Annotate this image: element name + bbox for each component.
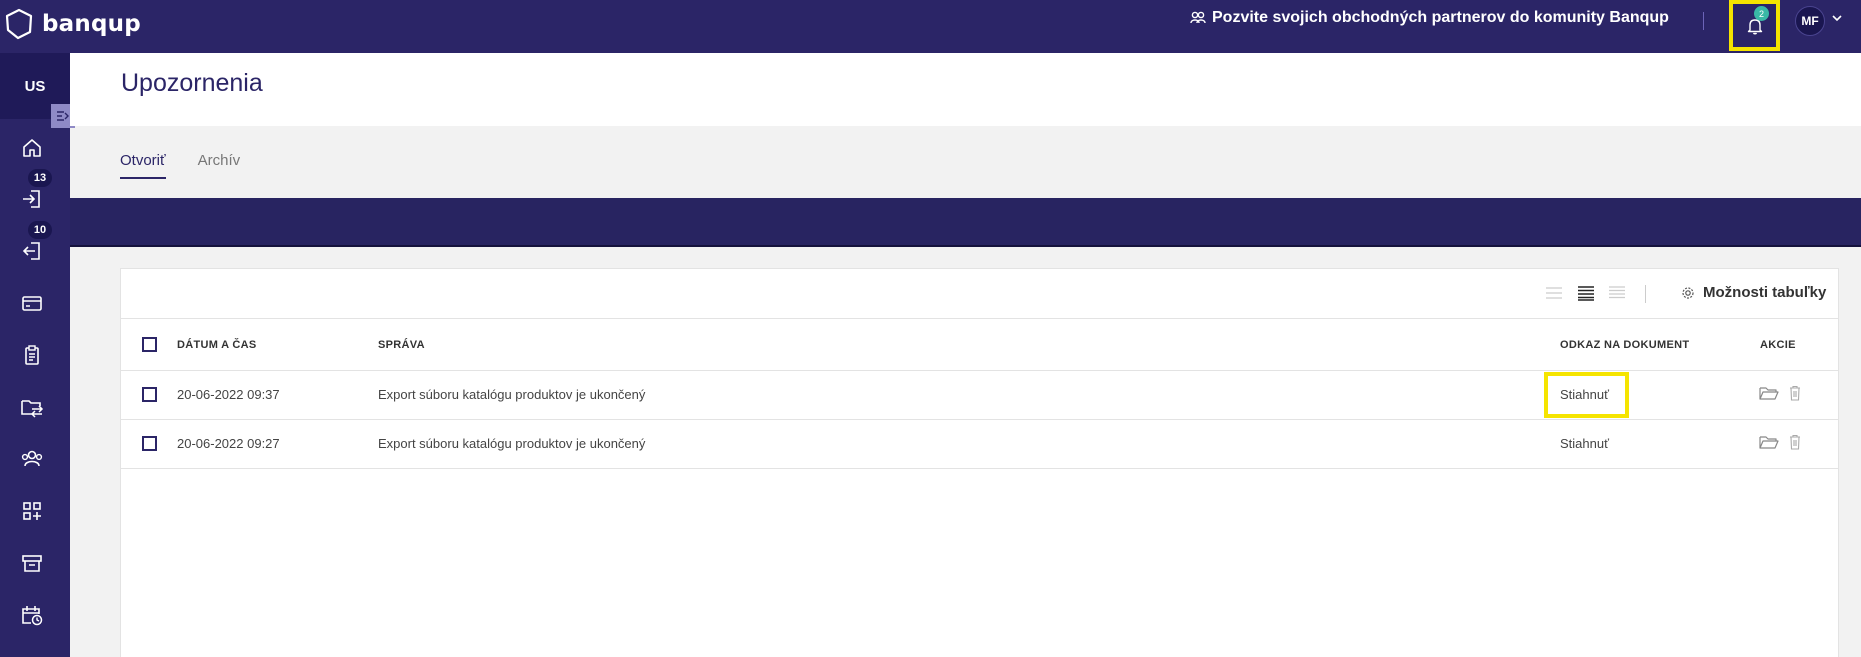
notifications-badge: 2 bbox=[1754, 6, 1769, 21]
filter-band bbox=[70, 198, 1861, 247]
download-link[interactable]: Stiahnuť bbox=[1560, 436, 1609, 451]
gear-icon bbox=[1682, 286, 1694, 299]
collapse-icon bbox=[57, 111, 69, 121]
table-row[interactable]: 20-06-2022 09:27 Export súboru katalógu … bbox=[121, 420, 1838, 469]
home-icon bbox=[23, 139, 41, 157]
density-comfortable-icon[interactable] bbox=[1608, 285, 1626, 301]
table-options-label: Možnosti tabuľky bbox=[1703, 284, 1827, 301]
banqup-logo-icon bbox=[5, 8, 33, 40]
user-avatar[interactable]: MF bbox=[1795, 6, 1825, 36]
sidebar-item-calendar[interactable] bbox=[19, 602, 45, 628]
outbox-badge: 10 bbox=[28, 221, 52, 239]
table-toolbar: Možnosti tabuľky bbox=[121, 269, 1838, 319]
top-divider bbox=[1703, 12, 1704, 30]
sidebar-item-apps[interactable] bbox=[19, 498, 45, 524]
apps-add-icon bbox=[23, 502, 41, 520]
page-title: Upozornenia bbox=[121, 69, 263, 97]
tabs: Otvoriť Archív bbox=[120, 152, 240, 179]
density-default-icon[interactable] bbox=[1577, 285, 1595, 301]
brand-logo[interactable]: banqup bbox=[4, 8, 141, 40]
invite-partners-link[interactable]: Pozvite svojich obchodných partnerov do … bbox=[1190, 9, 1669, 27]
row-datetime: 20-06-2022 09:27 bbox=[177, 436, 280, 451]
people-icon bbox=[1190, 11, 1206, 24]
notifications-button[interactable]: 2 bbox=[1729, 0, 1780, 51]
archive-icon bbox=[22, 555, 42, 572]
outbox-icon bbox=[22, 242, 40, 260]
notifications-table-card: Možnosti tabuľky DÁTUM A ČAS SPRÁVA ODKA… bbox=[120, 268, 1839, 657]
trash-icon[interactable] bbox=[1789, 434, 1801, 450]
inbox-badge: 13 bbox=[28, 169, 52, 187]
calendar-clock-icon bbox=[22, 606, 43, 626]
invite-text: Pozvite svojich obchodných partnerov do … bbox=[1212, 9, 1669, 26]
sidebar-item-inbox[interactable] bbox=[19, 186, 45, 212]
tab-open[interactable]: Otvoriť bbox=[120, 152, 166, 179]
inbox-icon bbox=[23, 190, 40, 208]
row-message: Export súboru katalógu produktov je ukon… bbox=[378, 436, 646, 451]
sidebar-item-home[interactable] bbox=[19, 135, 45, 161]
row-checkbox[interactable] bbox=[142, 387, 157, 402]
page-header: Upozornenia bbox=[70, 53, 1861, 126]
column-header-datetime[interactable]: DÁTUM A ČAS bbox=[177, 339, 256, 351]
sidebar-item-payments[interactable] bbox=[19, 290, 45, 316]
toolbar-divider bbox=[1645, 285, 1646, 303]
row-datetime: 20-06-2022 09:37 bbox=[177, 387, 280, 402]
top-bar: banqup Pozvite svojich obchodných partne… bbox=[0, 0, 1861, 53]
column-header-link[interactable]: ODKAZ NA DOKUMENT bbox=[1560, 339, 1689, 351]
transfer-folder-icon bbox=[21, 400, 44, 418]
tab-archive[interactable]: Archív bbox=[198, 152, 241, 179]
table-header: DÁTUM A ČAS SPRÁVA ODKAZ NA DOKUMENT AKC… bbox=[121, 319, 1838, 371]
chevron-down-icon[interactable] bbox=[1831, 13, 1843, 23]
sidebar-item-outbox[interactable] bbox=[19, 238, 45, 264]
row-checkbox[interactable] bbox=[142, 436, 157, 451]
sidebar-item-contacts[interactable] bbox=[19, 446, 45, 472]
trash-icon[interactable] bbox=[1789, 385, 1801, 401]
folder-icon[interactable] bbox=[1759, 385, 1779, 401]
download-link[interactable]: Stiahnuť bbox=[1560, 387, 1609, 402]
density-compact-icon[interactable] bbox=[1545, 285, 1563, 301]
payment-card-icon bbox=[22, 296, 42, 311]
sidebar-item-exchange[interactable] bbox=[19, 394, 45, 420]
brand-name: banqup bbox=[42, 11, 141, 37]
folder-icon[interactable] bbox=[1759, 434, 1779, 450]
sidebar: US 13 10 bbox=[0, 53, 75, 657]
table-options-button[interactable]: Možnosti tabuľky bbox=[1681, 284, 1826, 301]
row-message: Export súboru katalógu produktov je ukon… bbox=[378, 387, 646, 402]
select-all-checkbox[interactable] bbox=[142, 337, 157, 352]
column-header-actions: AKCIE bbox=[1760, 339, 1796, 351]
clipboard-icon bbox=[25, 345, 39, 365]
contacts-icon bbox=[21, 450, 43, 467]
sidebar-item-tasks[interactable] bbox=[19, 342, 45, 368]
column-header-message[interactable]: SPRÁVA bbox=[378, 339, 425, 351]
table-row[interactable]: 20-06-2022 09:37 Export súboru katalógu … bbox=[121, 371, 1838, 420]
sidebar-item-archive[interactable] bbox=[19, 550, 45, 576]
